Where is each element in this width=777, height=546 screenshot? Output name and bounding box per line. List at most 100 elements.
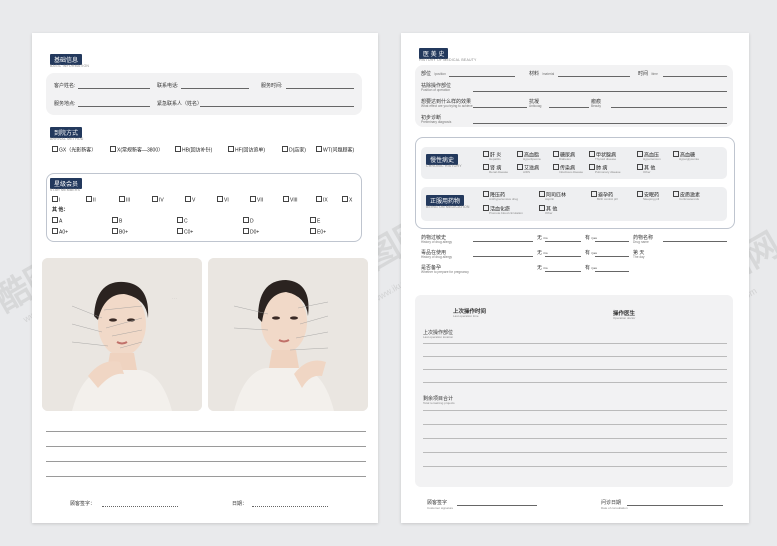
- star-option-b0[interactable]: B0+: [112, 228, 128, 236]
- med-antihypertensive-en: Antihypertensive drug: [489, 197, 519, 201]
- notes-line[interactable]: [46, 476, 366, 477]
- med-birth-control-en: Birth control pill: [597, 197, 618, 201]
- star-option[interactable]: X: [342, 196, 352, 204]
- scar-field[interactable]: [611, 107, 727, 108]
- q1-field[interactable]: [473, 91, 727, 92]
- part-en: /position: [434, 72, 446, 76]
- med-sleeping-en: Sleeping pill: [643, 197, 660, 201]
- notes-line[interactable]: [46, 431, 366, 432]
- allergy-no[interactable]: 无 /no: [537, 234, 548, 241]
- arrival-option-x[interactable]: X(常规新客—3800）: [110, 146, 163, 154]
- q3-en: Preliminary diagnosis: [421, 120, 452, 124]
- emergency-contact-field[interactable]: [200, 106, 354, 107]
- star-option[interactable]: V: [185, 196, 195, 204]
- star-option[interactable]: III: [119, 196, 130, 204]
- chronic-pulmonary-en: Pulmonary disease: [595, 170, 621, 174]
- allergy-yes-field[interactable]: [595, 241, 629, 242]
- emergency-contact-label: 紧急联系人（姓名）: [157, 101, 203, 107]
- remaining-line[interactable]: [423, 452, 727, 453]
- allergy-field[interactable]: [473, 241, 533, 242]
- basic-info-box: [46, 73, 362, 115]
- drug-use-yes-field[interactable]: [595, 256, 629, 257]
- chronic-hypertension-en: Hypertension: [643, 157, 661, 161]
- drug-name-field[interactable]: [663, 241, 727, 242]
- pregnancy-no-field[interactable]: [545, 271, 581, 272]
- star-option-d[interactable]: D: [243, 217, 254, 225]
- med-aspirin-en: Aspirin: [545, 197, 555, 201]
- star-option-b[interactable]: B: [112, 217, 122, 225]
- coag-field[interactable]: [549, 107, 589, 108]
- star-option-e[interactable]: E: [310, 217, 320, 225]
- consultation-date-field[interactable]: [627, 505, 723, 506]
- part-field[interactable]: [449, 76, 515, 77]
- face-portrait-image: [42, 258, 202, 411]
- chronic-hepatitis-en: Hepatitis: [489, 157, 501, 161]
- time-field[interactable]: [663, 76, 727, 77]
- chronic-diabetes-en: Diabetes: [559, 157, 571, 161]
- service-location-field[interactable]: [78, 106, 150, 107]
- star-option[interactable]: II: [86, 196, 96, 204]
- phone-field[interactable]: [181, 88, 249, 89]
- star-option-d0[interactable]: D0+: [243, 228, 259, 236]
- service-time-field[interactable]: [286, 88, 354, 89]
- service-time-label: 服务时间:: [261, 83, 283, 89]
- drug-use-yes[interactable]: 有 /yes: [585, 249, 597, 256]
- allergy-no-field[interactable]: [545, 241, 581, 242]
- star-option[interactable]: VI: [217, 196, 229, 204]
- star-option-e0[interactable]: E0+: [310, 228, 326, 236]
- notes-line[interactable]: [46, 461, 366, 462]
- arrival-option-hb[interactable]: HB(回访补针): [175, 146, 212, 154]
- chronic-infectious-en: Infectious disease: [559, 170, 584, 174]
- consultation-form-page-left: 基础信息 BASIC INFORMATION 客户姓名: 联系电话: 服务时间:…: [32, 33, 378, 523]
- remaining-line[interactable]: [423, 438, 727, 439]
- arrival-option-hf[interactable]: HF(回访追单): [228, 146, 265, 154]
- operation-line[interactable]: [423, 369, 727, 370]
- allergy-yes[interactable]: 有 /yes: [585, 234, 597, 241]
- q1-en: Position of operation: [421, 88, 451, 92]
- star-option-c[interactable]: C: [177, 217, 188, 225]
- face-diagram-side: [208, 258, 368, 411]
- remaining-line[interactable]: [423, 466, 727, 467]
- drug-use-field[interactable]: [473, 256, 533, 257]
- remaining-line[interactable]: [423, 424, 727, 425]
- operation-line[interactable]: [423, 382, 727, 383]
- star-option[interactable]: VIII: [283, 196, 298, 204]
- med-corticosteroids-en: Corticosteroids: [679, 197, 700, 201]
- face-diagram-front: · · ·: [42, 258, 202, 411]
- drug-use-no[interactable]: 无 /no: [537, 249, 548, 256]
- operation-line[interactable]: [423, 343, 727, 344]
- notes-line[interactable]: [46, 446, 366, 447]
- section-sub-arrival: ARRIVAL METHOD: [50, 137, 84, 141]
- star-option-a[interactable]: A: [52, 217, 62, 225]
- operation-line[interactable]: [423, 356, 727, 357]
- material-field[interactable]: [558, 76, 630, 77]
- star-option[interactable]: IX: [316, 196, 328, 204]
- pregnancy-yes-field[interactable]: [595, 271, 629, 272]
- star-option-c0[interactable]: C0+: [177, 228, 193, 236]
- star-option-a0[interactable]: A0+: [52, 228, 68, 236]
- chronic-thyroid-en: Thyroid disease: [595, 157, 617, 161]
- star-option[interactable]: VII: [250, 196, 263, 204]
- star-option[interactable]: I: [52, 196, 60, 204]
- drug-use-en: History of drug allergy: [421, 255, 453, 259]
- chronic-other-en: Other: [643, 170, 651, 174]
- chronic-hyperlipemia-en: Hyperlipemia: [523, 157, 541, 161]
- star-option[interactable]: IV: [152, 196, 164, 204]
- q2-en: What effect are you trying to achieve: [421, 104, 473, 108]
- arrival-option-gx[interactable]: GX（光影新客）: [52, 146, 96, 154]
- signature-field[interactable]: [102, 506, 178, 507]
- remaining-line[interactable]: [423, 410, 727, 411]
- pregnancy-no[interactable]: 无 /no: [537, 264, 548, 271]
- customer-signature-field[interactable]: [457, 505, 537, 506]
- arrival-option-wt[interactable]: WT(问题顾客): [316, 146, 354, 154]
- customer-name-field[interactable]: [78, 88, 150, 89]
- chronic-aids-en: AIDS: [523, 170, 531, 174]
- consultation-date-en: Date of consultation: [601, 506, 628, 510]
- drug-use-no-field[interactable]: [545, 256, 581, 257]
- q3-field[interactable]: [473, 123, 727, 124]
- q2-field[interactable]: [473, 107, 527, 108]
- arrival-option-d[interactable]: D(店家): [282, 146, 306, 154]
- face-portrait-image: [208, 258, 368, 411]
- pregnancy-yes[interactable]: 有 /yes: [585, 264, 597, 271]
- date-field[interactable]: [252, 506, 328, 507]
